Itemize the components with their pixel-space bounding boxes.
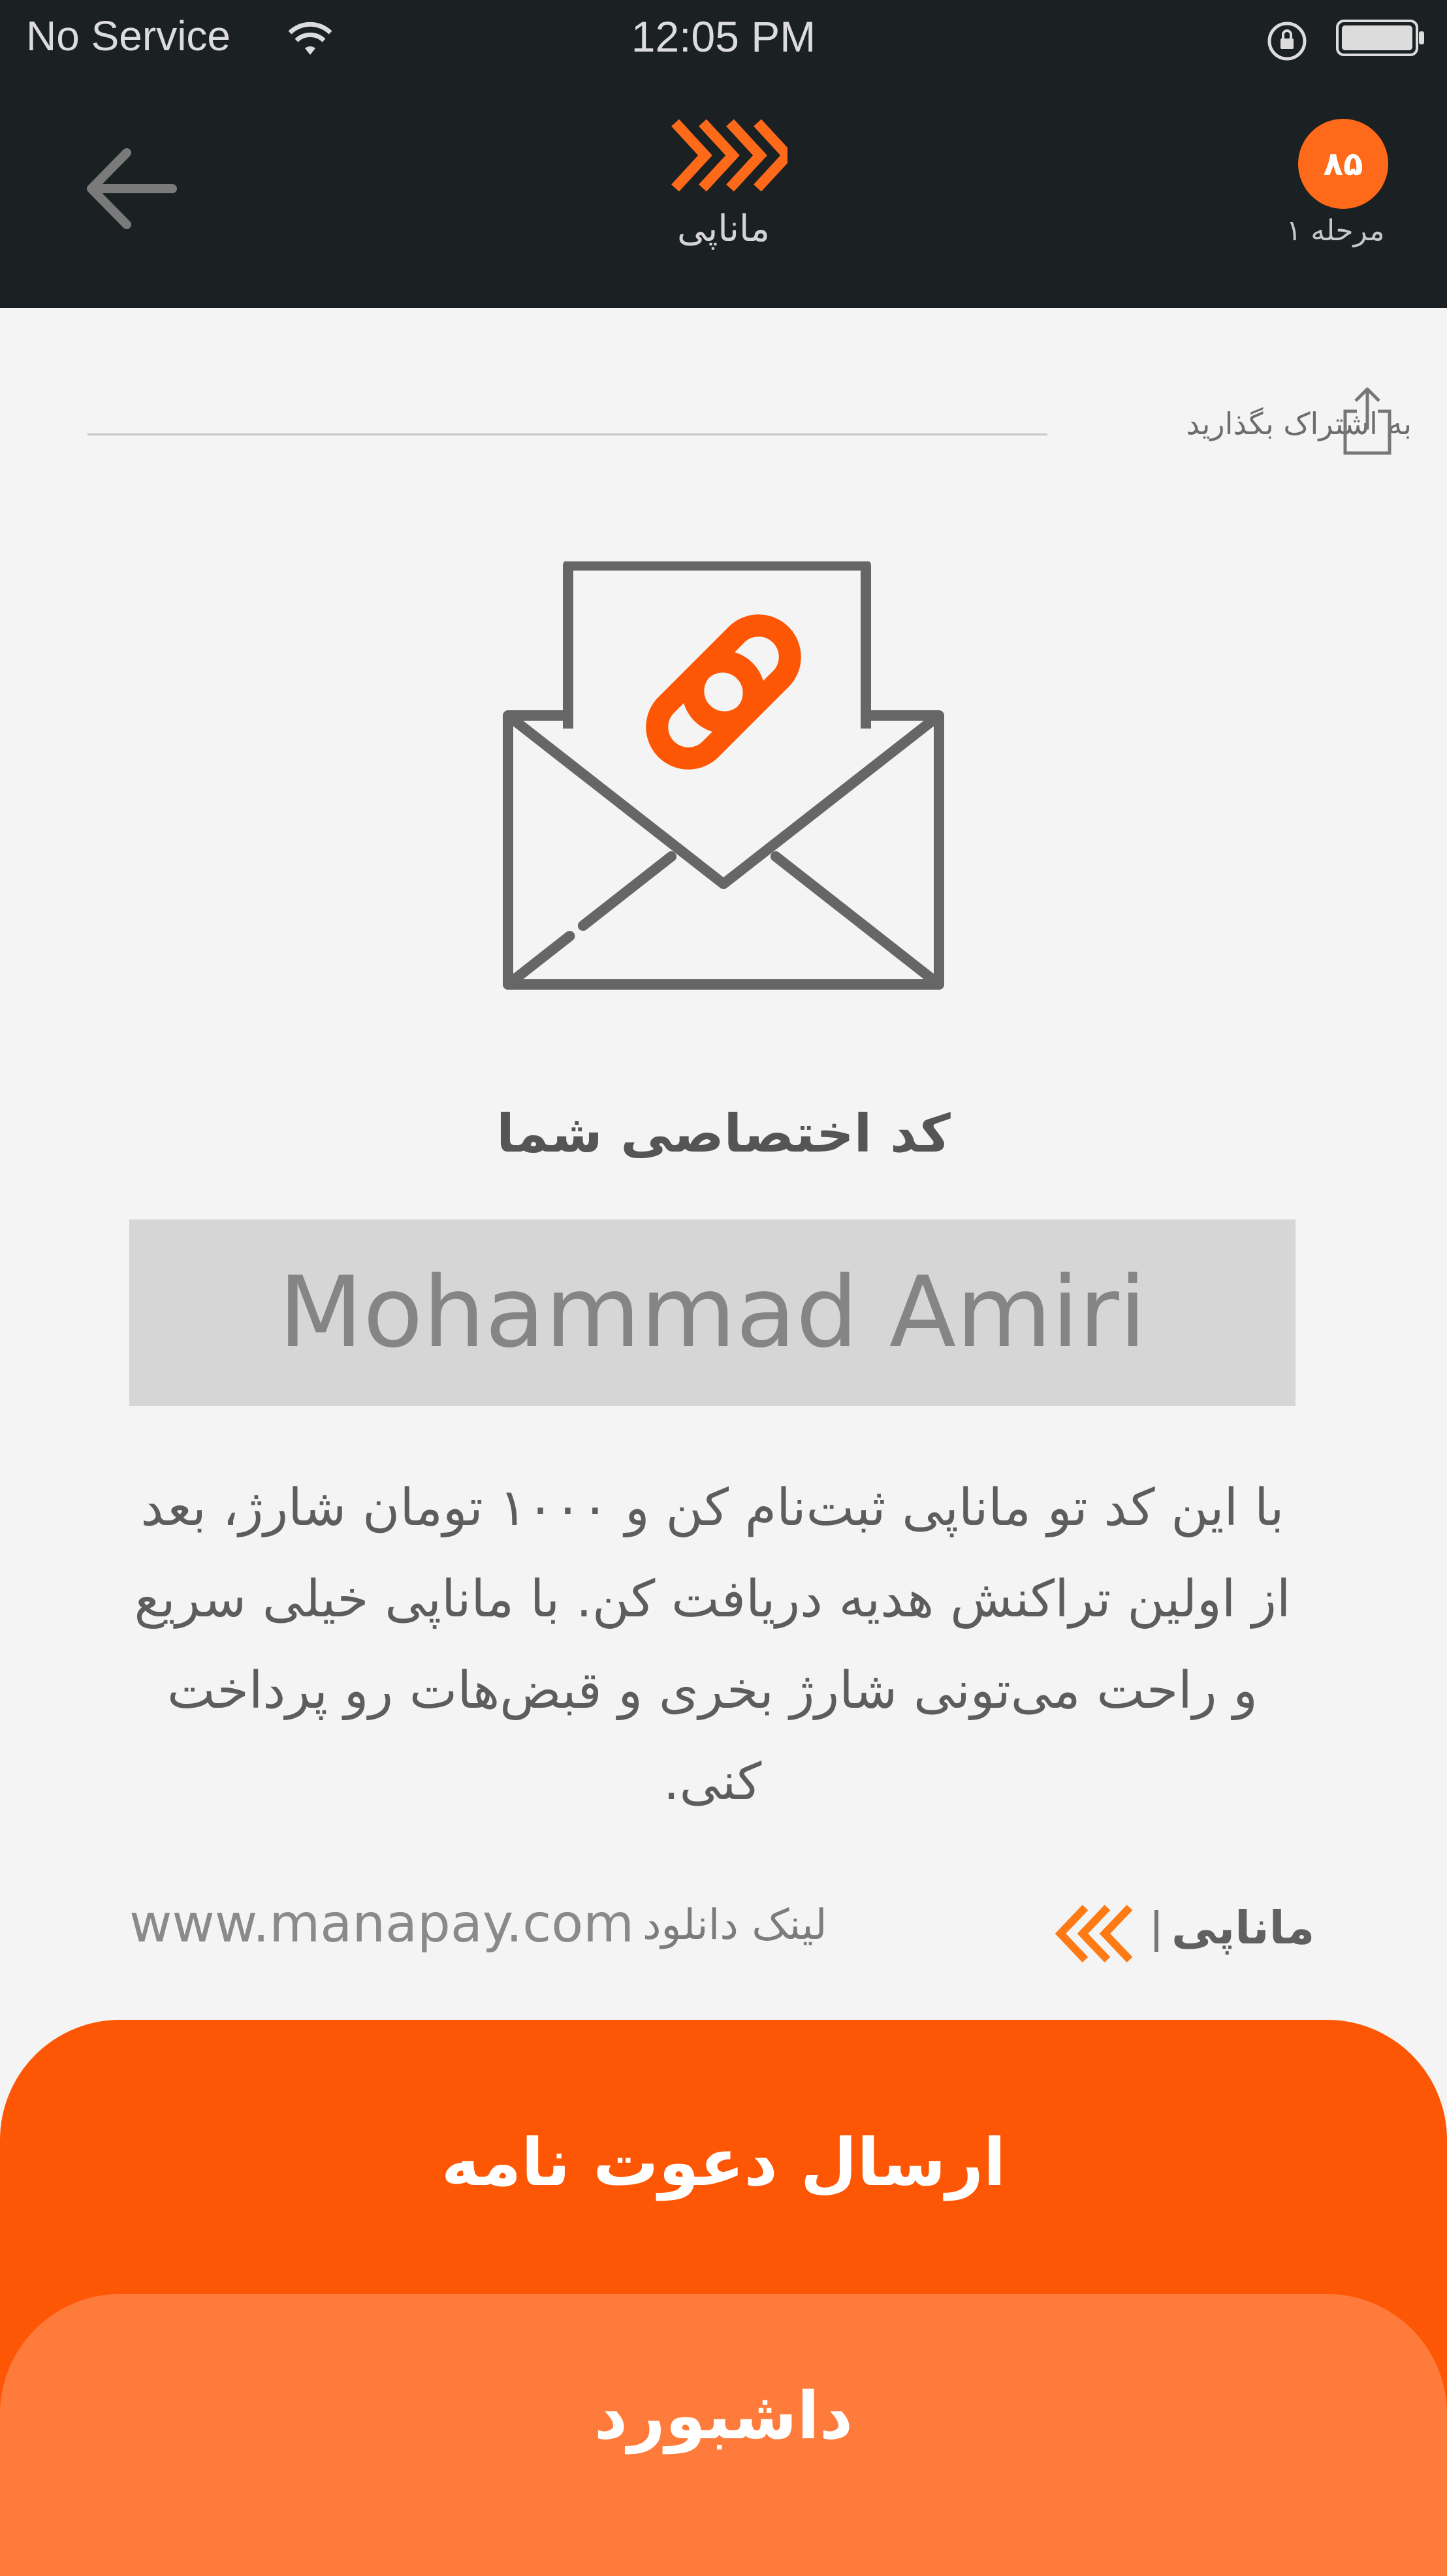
level-label: مرحله ۱ [1286,214,1385,247]
send-invite-label: ارسال دعوت نامه [441,2124,1006,2201]
envelope-link-icon [503,561,944,990]
separator [1154,1910,1158,1952]
description-text: با این کد تو ماناپی ثبت‌نام کن و ۱۰۰۰ تو… [134,1479,1291,1812]
share-icon[interactable] [1341,385,1393,457]
code-title: کد اختصاصی شما [496,1103,951,1164]
battery-icon [1336,20,1424,56]
download-link-label: لینک دانلود [643,1901,827,1949]
app-header: ماناپی ۸۵ مرحله ۱ [0,77,1447,308]
dashboard-button[interactable]: داشبورد [0,2294,1447,2576]
share-row[interactable]: به اشتراک بگذارید [87,385,1412,470]
app-title: ماناپی [677,208,770,250]
footer-brand: ماناپی [1041,1893,1314,1971]
website-link[interactable]: www.manapay.com [129,1893,634,1954]
manapay-logo-icon [671,119,787,192]
orientation-lock-icon [1267,22,1307,61]
dashboard-label: داشبورد [594,2378,853,2454]
clock: 12:05 PM [631,12,816,61]
divider [87,433,1047,435]
manapay-logo-icon [1055,1904,1133,1963]
footer-brand-name: ماناپی [1171,1901,1315,1955]
status-bar: No Service 12:05 PM [0,0,1447,77]
referral-code-field[interactable]: Mohammad Amiri [129,1219,1296,1406]
level-badge[interactable]: ۸۵ [1298,119,1388,209]
